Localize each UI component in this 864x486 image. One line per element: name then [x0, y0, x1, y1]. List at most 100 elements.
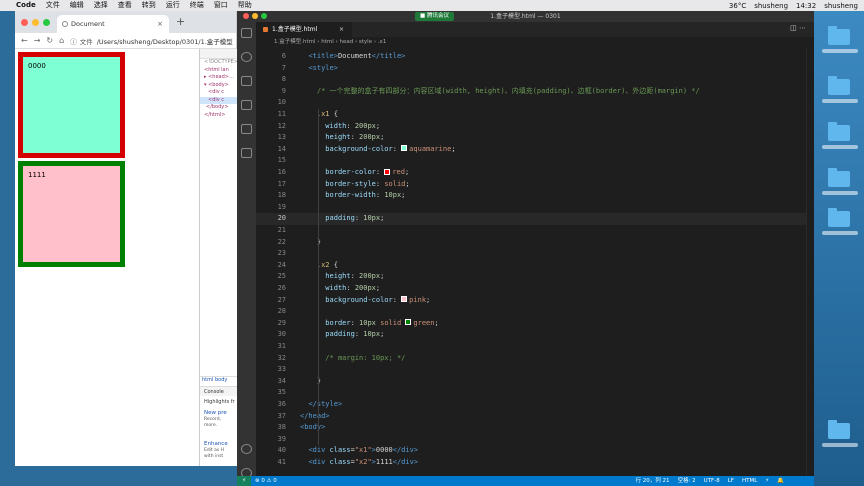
- code-line[interactable]: 6 <title>Document</title>: [256, 51, 806, 63]
- folder-icon[interactable]: [828, 168, 850, 187]
- breadcrumb-html[interactable]: html: [321, 39, 334, 45]
- remote-indicator[interactable]: ⚡: [237, 476, 251, 486]
- dom-node[interactable]: </body>: [200, 104, 237, 112]
- dom-node[interactable]: </html>: [200, 112, 237, 120]
- clock[interactable]: 14:32: [796, 2, 816, 10]
- cursor-position[interactable]: 行 20，列 21: [636, 476, 670, 486]
- menu-window[interactable]: 窗口: [214, 0, 228, 11]
- code-line[interactable]: 23: [256, 248, 806, 260]
- language-mode[interactable]: HTML: [742, 476, 757, 486]
- forward-arrow-icon[interactable]: →: [34, 36, 41, 45]
- code-line[interactable]: 34 }: [256, 376, 806, 388]
- code-line[interactable]: 21: [256, 225, 806, 237]
- code-line[interactable]: 40 <div class="x1">0000</div>: [256, 445, 806, 457]
- code-line[interactable]: 15: [256, 155, 806, 167]
- browser-tab-document[interactable]: Document ×: [57, 15, 169, 33]
- code-line[interactable]: 24 .x2 {: [256, 260, 806, 272]
- source-control-icon[interactable]: [241, 76, 252, 86]
- code-line[interactable]: 37 </head>: [256, 411, 806, 423]
- menu-edit[interactable]: 编辑: [70, 0, 84, 11]
- explorer-icon[interactable]: [241, 28, 252, 38]
- code-line[interactable]: 31: [256, 341, 806, 353]
- folder-icon[interactable]: [828, 208, 850, 227]
- zoom-window-icon[interactable]: [43, 19, 50, 26]
- extensions-icon[interactable]: [241, 148, 252, 158]
- folder-icon[interactable]: [828, 420, 850, 439]
- code-line[interactable]: 13 height: 200px;: [256, 132, 806, 144]
- notifications-icon[interactable]: 🔔: [777, 476, 784, 486]
- code-line[interactable]: 29 border: 10px solid green;: [256, 318, 806, 330]
- menu-app-code[interactable]: Code: [16, 0, 36, 11]
- code-line[interactable]: 36 </style>: [256, 399, 806, 411]
- home-icon[interactable]: ⌂: [59, 36, 64, 45]
- menu-go[interactable]: 转到: [142, 0, 156, 11]
- code-line[interactable]: 17 border-style: solid;: [256, 179, 806, 191]
- dom-node[interactable]: <!DOCTYPE>: [200, 59, 237, 67]
- color-swatch-icon[interactable]: [401, 145, 408, 152]
- code-line[interactable]: 8: [256, 74, 806, 86]
- breadcrumb-style[interactable]: style: [359, 39, 372, 45]
- breadcrumb-head[interactable]: head: [339, 39, 353, 45]
- code-line[interactable]: 19: [256, 202, 806, 214]
- weather-temp[interactable]: 36°C: [729, 2, 746, 10]
- menu-terminal[interactable]: 终端: [190, 0, 204, 11]
- code-line[interactable]: 38 <body>: [256, 422, 806, 434]
- code-line[interactable]: 25 height: 200px;: [256, 271, 806, 283]
- reload-icon[interactable]: ↻: [46, 36, 53, 45]
- dom-node[interactable]: <div c: [200, 89, 237, 97]
- code-line[interactable]: 12 width: 200px;: [256, 121, 806, 133]
- whats-new-item[interactable]: Enhance Edit as H with inst: [204, 441, 228, 460]
- more-actions-icon[interactable]: ⋯: [799, 24, 806, 32]
- dom-node-selected[interactable]: <div c: [200, 96, 237, 104]
- crumb-html[interactable]: html: [202, 377, 213, 383]
- code-line[interactable]: 20 padding: 10px;: [256, 213, 806, 225]
- new-tab-button[interactable]: +: [176, 15, 185, 28]
- close-tab-icon[interactable]: ×: [339, 22, 344, 37]
- console-tab[interactable]: Console: [200, 386, 237, 396]
- folder-icon[interactable]: [828, 76, 850, 95]
- whats-new-title[interactable]: Enhance: [204, 441, 228, 447]
- code-editor[interactable]: 6 <title>Document</title> 7 <style> 8 9 /* …: [256, 47, 814, 476]
- problems-indicator[interactable]: ⊗ 0 ⚠ 0: [255, 476, 277, 486]
- dom-node[interactable]: ▾ <body>: [200, 82, 237, 90]
- code-line[interactable]: 32 /* margin: 10px; */: [256, 353, 806, 365]
- code-line[interactable]: 39: [256, 434, 806, 446]
- code-line[interactable]: 11 .x1 {: [256, 109, 806, 121]
- account-icon[interactable]: [241, 444, 252, 454]
- back-arrow-icon[interactable]: ←: [21, 36, 28, 45]
- whats-new-title[interactable]: New pre: [204, 410, 227, 416]
- zoom-window-icon[interactable]: [261, 13, 267, 19]
- menu-selection[interactable]: 选择: [94, 0, 108, 11]
- code-line[interactable]: 14 background-color: aquamarine;: [256, 144, 806, 156]
- code-line[interactable]: 10: [256, 97, 806, 109]
- code-line[interactable]: 27 background-color: pink;: [256, 295, 806, 307]
- menubar-username[interactable]: shusheng: [824, 2, 858, 10]
- code-line[interactable]: 18 border-width: 10px;: [256, 190, 806, 202]
- url-input[interactable]: /Users/shusheng/Desktop/0301/1.盒子模型: [97, 36, 233, 46]
- indentation[interactable]: 空格: 2: [678, 476, 696, 486]
- line-ending[interactable]: LF: [728, 476, 734, 486]
- color-swatch-icon[interactable]: [405, 319, 412, 326]
- breadcrumb-selector[interactable]: .x1: [378, 39, 387, 45]
- menu-file[interactable]: 文件: [46, 0, 60, 11]
- code-line[interactable]: 41 <div class="x2">1111</div>: [256, 457, 806, 469]
- code-line[interactable]: 7 <style>: [256, 63, 806, 75]
- dom-node[interactable]: ▸ <head>…: [200, 74, 237, 82]
- code-line[interactable]: 26 width: 200px;: [256, 283, 806, 295]
- dom-node[interactable]: <html lan: [200, 67, 237, 75]
- menu-help[interactable]: 帮助: [238, 0, 252, 11]
- code-line[interactable]: 9 /* 一个完整的盒子有四部分：内容区域(width, height)、内填充…: [256, 86, 806, 98]
- crumb-body[interactable]: body: [215, 377, 227, 383]
- folder-icon[interactable]: [828, 122, 850, 141]
- code-line[interactable]: 33: [256, 364, 806, 376]
- breadcrumb-file[interactable]: 1.盒子模型.html: [274, 39, 316, 45]
- editor-scrollbar[interactable]: [806, 47, 814, 476]
- color-swatch-icon[interactable]: [401, 296, 408, 303]
- menu-run[interactable]: 运行: [166, 0, 180, 11]
- color-swatch-icon[interactable]: [384, 168, 391, 175]
- code-line[interactable]: 28: [256, 306, 806, 318]
- run-debug-icon[interactable]: [241, 100, 252, 110]
- menu-view[interactable]: 查看: [118, 0, 132, 11]
- code-line[interactable]: 30 padding: 10px;: [256, 329, 806, 341]
- code-line[interactable]: 22 }: [256, 237, 806, 249]
